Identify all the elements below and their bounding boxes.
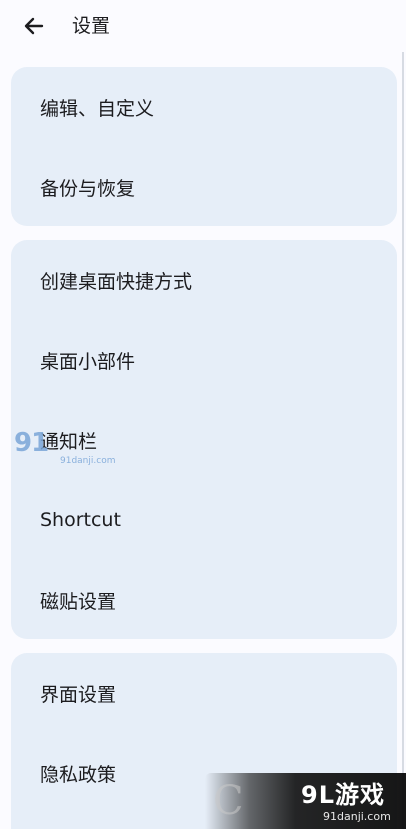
back-button[interactable] (14, 8, 54, 44)
scrollbar-thumb (402, 52, 404, 829)
settings-item-widgets[interactable]: 桌面小部件 (11, 320, 397, 400)
settings-item-label: 桌面小部件 (40, 350, 136, 373)
settings-item-label: 隐私政策 (40, 763, 117, 786)
watermark-domain: 91danji.com (60, 456, 116, 466)
watermark-domain: 91danji.com (323, 810, 391, 823)
settings-item-label: 磁贴设置 (40, 590, 117, 613)
settings-item-label: 界面设置 (40, 683, 117, 706)
settings-item-label: Shortcut (40, 509, 121, 531)
settings-item-create-shortcut[interactable]: 创建桌面快捷方式 (11, 240, 397, 320)
arrow-left-icon (24, 17, 44, 35)
watermark-c-logo-icon: C (213, 778, 244, 824)
watermark-brand: 9L游戏 (301, 781, 385, 809)
settings-item-label: 创建桌面快捷方式 (40, 270, 193, 293)
watermark-91danji-logo: 91 91danji.com (14, 428, 116, 470)
top-app-bar: 设置 (0, 0, 406, 52)
settings-item-tile-settings[interactable]: 磁贴设置 (11, 560, 397, 639)
settings-item-shortcut[interactable]: Shortcut (11, 480, 397, 560)
watermark-logo-mark: 91 (14, 428, 49, 458)
settings-screen: 设置 编辑、自定义 备份与恢复 创建桌面快捷方式 桌面小部件 通知栏 Short… (0, 0, 406, 829)
scrollbar[interactable] (400, 52, 406, 829)
watermark-91youxi-banner: C 9L游戏 91danji.com (205, 773, 406, 829)
settings-item-interface-settings[interactable]: 界面设置 (11, 653, 397, 733)
settings-item-backup-restore[interactable]: 备份与恢复 (11, 147, 397, 226)
settings-item-label: 备份与恢复 (40, 177, 136, 200)
settings-item-edit-customize[interactable]: 编辑、自定义 (11, 67, 397, 147)
page-title: 设置 (72, 15, 111, 37)
settings-item-label: 编辑、自定义 (40, 97, 155, 120)
settings-group-edit-backup: 编辑、自定义 备份与恢复 (11, 67, 397, 226)
